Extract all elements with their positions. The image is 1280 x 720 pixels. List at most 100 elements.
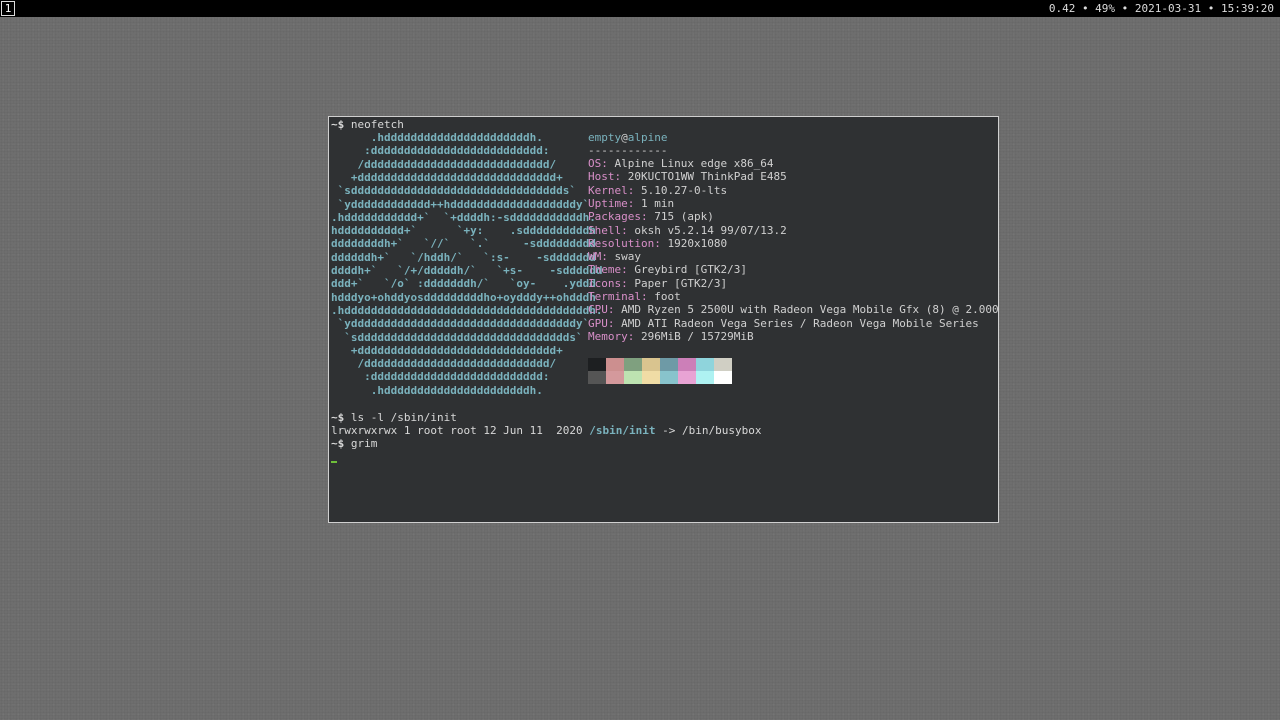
logo-line: /dddddddddddddddddddddddddddd/ <box>331 357 557 371</box>
username: empty <box>588 131 622 144</box>
ls-prefix: lrwxrwxrwx 1 root root 12 Jun 11 2020 <box>331 424 590 437</box>
info-row: GPU: AMD ATI Radeon Vega Series / Radeon… <box>588 317 979 330</box>
color-swatch <box>678 358 696 371</box>
info-value: Greybird [GTK2/3] <box>634 263 747 277</box>
info-value: 20KUCTO1WW ThinkPad E485 <box>627 170 787 184</box>
info-key: GPU <box>588 316 608 330</box>
info-colon: : <box>627 183 641 197</box>
logo-line: .hddddddddddd+` `+ddddh:-sdddddddddddh. <box>331 210 596 224</box>
command-line-ls: ~$ ls -l /sbin/init <box>331 411 457 424</box>
hostname: alpine <box>627 131 668 144</box>
info-row: OS: Alpine Linux edge x86_64 <box>588 157 773 170</box>
info-value: Alpine Linux edge x86_64 <box>614 157 774 170</box>
info-value: 5.10.27-0-lts <box>641 183 728 197</box>
info-row: Terminal: foot <box>588 290 681 303</box>
logo-line: `sdddddddddddddddddddddddddddddddds` <box>331 184 577 198</box>
info-key: OS <box>588 157 602 170</box>
color-swatch <box>606 358 624 371</box>
info-key: Uptime <box>588 196 628 210</box>
command-line-grim: ~$ grim <box>331 437 377 450</box>
at-sign: @ <box>621 131 628 144</box>
info-value: oksh v5.2.14 99/07/13.2 <box>634 223 787 237</box>
info-colon: : <box>640 290 655 303</box>
info-colon: : <box>607 303 622 317</box>
color-swatch <box>660 358 678 371</box>
color-swatch <box>660 371 678 384</box>
logo-line: `yddddddddddddddddddddddddddddddddddy` <box>331 317 590 331</box>
info-row: Kernel: 5.10.27-0-lts <box>588 184 727 197</box>
color-swatch <box>696 358 714 371</box>
color-swatch <box>696 371 714 384</box>
info-key: WM <box>588 250 602 264</box>
info-row: CPU: AMD Ryzen 5 2500U with Radeon Vega … <box>588 303 999 317</box>
color-swatch <box>624 358 642 371</box>
info-colon: : <box>621 276 635 290</box>
info-key: Packages <box>588 210 641 224</box>
info-key: Terminal <box>588 290 641 303</box>
info-key: Memory <box>588 329 628 343</box>
info-key: Resolution <box>588 236 655 250</box>
color-swatch <box>588 358 606 371</box>
logo-line: .hdddddddddddddddddddddddddddddddddddddh… <box>331 303 603 317</box>
command-text: ls -l /sbin/init <box>350 411 457 424</box>
logo-line: +dddddddddddddddddddddddddddddd+ <box>331 170 563 184</box>
color-swatch <box>714 371 732 384</box>
logo-line: .hddddddddddddddddddddddh. <box>331 131 543 144</box>
info-value: AMD Ryzen 5 2500U with Radeon Vega Mobil… <box>621 303 999 317</box>
terminal-window[interactable]: ~$ neofetch .hddddddddddddddddddddddh. :… <box>328 116 999 523</box>
color-swatch <box>678 371 696 384</box>
info-colon: : <box>621 223 635 237</box>
color-swatch <box>642 371 660 384</box>
info-row: WM: sway <box>588 250 641 263</box>
info-colon: : <box>621 263 635 277</box>
info-row: Resolution: 1920x1080 <box>588 237 727 250</box>
info-colon: : <box>601 250 615 264</box>
color-swatch <box>606 371 624 384</box>
status-text: 0.42 • 49% • 2021-03-31 • 15:39:20 <box>1048 2 1274 15</box>
info-value: 296MiB / 15729MiB <box>641 329 754 343</box>
info-colon: : <box>654 236 668 250</box>
color-swatch <box>588 371 606 384</box>
info-value: Paper [GTK2/3] <box>634 276 728 290</box>
logo-line: +dddddddddddddddddddddddddddddd+ <box>331 343 563 357</box>
info-key: Host <box>588 170 615 184</box>
info-value: 715 (apk) <box>654 210 714 224</box>
text-cursor <box>331 461 337 463</box>
info-key: Shell <box>588 223 622 237</box>
separator: ------------ <box>588 144 668 157</box>
ls-suffix: -> /bin/busybox <box>655 424 762 437</box>
info-colon: : <box>640 210 655 224</box>
logo-line: /dddddddddddddddddddddddddddd/ <box>331 157 557 171</box>
info-value: AMD ATI Radeon Vega Series / Radeon Vega… <box>621 316 979 330</box>
ls-output: lrwxrwxrwx 1 root root 12 Jun 11 2020 /s… <box>331 424 761 437</box>
logo-line: hdddyo+ohddyosdddddddddho+oydddy++ohdddh <box>331 290 596 304</box>
info-value: 1 min <box>641 196 675 210</box>
color-swatch <box>642 358 660 371</box>
logo-line: hdddddddddd+` `+y: .sddddddddddh <box>331 224 596 238</box>
command-text: neofetch <box>350 118 404 131</box>
info-colon: : <box>601 157 615 170</box>
info-key: CPU <box>588 303 608 317</box>
logo-line: ddddddh+` `/hddh/` `:s- -sddddddd <box>331 250 596 264</box>
logo-line: :dddddddddddddddddddddddddd: <box>331 370 550 384</box>
logo-line: `ydddddddddddd++hdddddddddddddddddddy` <box>331 197 590 211</box>
info-key: Icons <box>588 276 622 290</box>
info-row: Uptime: 1 min <box>588 197 674 210</box>
command-line-neofetch: ~$ neofetch <box>331 118 404 131</box>
info-row: Icons: Paper [GTK2/3] <box>588 277 727 290</box>
info-row: Host: 20KUCTO1WW ThinkPad E485 <box>588 170 787 183</box>
logo-line: ddddh+` `/+/dddddh/` `+s- -sdddddd <box>331 264 603 277</box>
info-value: sway <box>614 250 642 264</box>
prompt: ~$ <box>331 411 345 424</box>
prompt: ~$ <box>331 118 345 131</box>
user-host: empty@alpine <box>588 131 668 144</box>
logo-line: `sdddddddddddddddddddddddddddddddds` <box>331 330 583 344</box>
info-key: Kernel <box>588 183 628 197</box>
command-text: grim <box>350 437 378 450</box>
info-colon: : <box>627 196 641 210</box>
color-swatch <box>624 371 642 384</box>
info-value: foot <box>654 290 681 303</box>
info-value: 1920x1080 <box>667 236 728 250</box>
logo-line: ddd+` `/o` :dddddddh/` `oy- .yddd <box>331 277 596 291</box>
workspace-indicator[interactable]: 1 <box>1 1 15 16</box>
